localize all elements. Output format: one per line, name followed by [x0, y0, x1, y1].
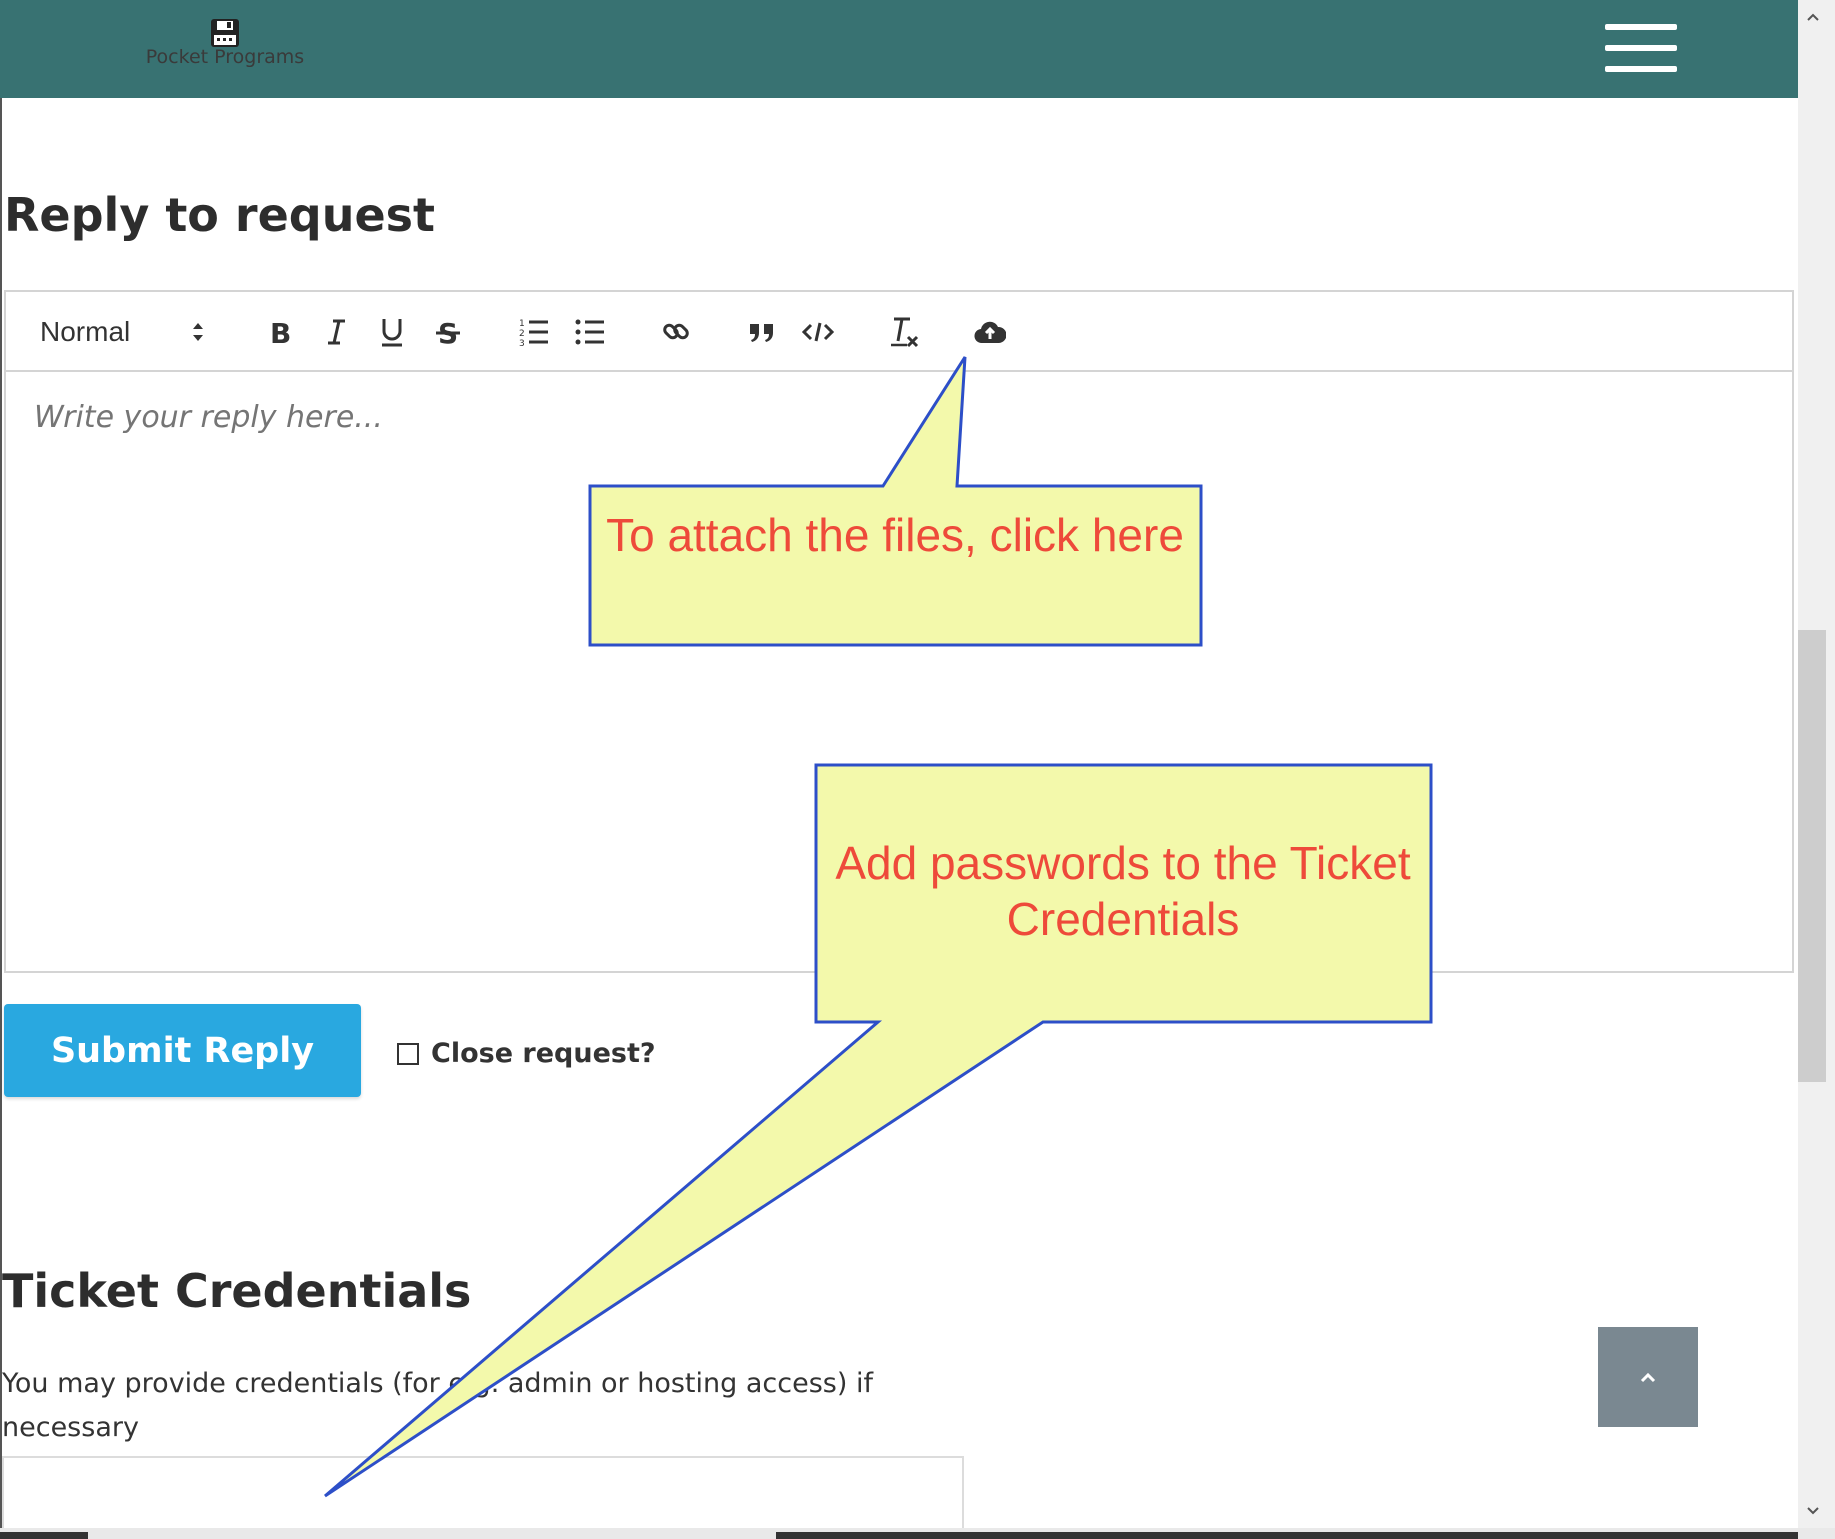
cloud-upload-icon[interactable] — [968, 308, 1012, 356]
select-arrows-icon — [193, 323, 203, 341]
format-select-value: Normal — [40, 316, 131, 347]
clear-format-icon[interactable] — [882, 308, 926, 356]
floppy-disk-icon — [211, 19, 239, 47]
blockquote-icon[interactable] — [740, 308, 784, 356]
italic-icon[interactable] — [314, 308, 358, 356]
submit-reply-button[interactable]: Submit Reply — [4, 1004, 361, 1097]
link-icon[interactable] — [654, 308, 698, 356]
chevron-up-icon — [1640, 1372, 1656, 1383]
close-request-label[interactable]: Close request? — [431, 1038, 656, 1069]
ordered-list-icon[interactable]: 1 2 3 — [512, 308, 556, 356]
bold-icon[interactable]: B — [258, 308, 302, 356]
strikethrough-icon[interactable]: S — [426, 308, 470, 356]
editor-toolbar: Normal B S 1 2 3 — [4, 290, 1794, 372]
bottom-edge-segment — [0, 1532, 88, 1539]
scrollbar-thumb[interactable] — [1798, 630, 1826, 1082]
code-icon[interactable] — [796, 308, 840, 356]
close-request-checkbox[interactable] — [397, 1042, 419, 1065]
bottom-edge-segment — [776, 1532, 1798, 1539]
scroll-down-arrow-icon[interactable] — [1802, 1500, 1824, 1522]
reply-section-title: Reply to request — [4, 188, 436, 242]
brand-logo[interactable]: Pocket Programs — [140, 18, 310, 68]
close-request-option[interactable]: Close request? — [397, 1038, 656, 1069]
credentials-section-title: Ticket Credentials — [2, 1264, 472, 1318]
svg-text:B: B — [270, 317, 291, 347]
underline-icon[interactable] — [370, 308, 414, 356]
scroll-up-arrow-icon[interactable] — [1802, 6, 1824, 28]
svg-text:3: 3 — [519, 339, 525, 347]
hamburger-menu-icon[interactable] — [1605, 22, 1677, 74]
format-select[interactable]: Normal — [40, 308, 220, 356]
reply-editor-input[interactable] — [34, 400, 934, 435]
svg-text:2: 2 — [519, 329, 525, 339]
brand-name: Pocket Programs — [145, 46, 305, 68]
credentials-description: You may provide credentials (for e.g. ad… — [2, 1368, 873, 1443]
top-navbar: Pocket Programs — [0, 0, 1798, 98]
credentials-input[interactable] — [2, 1456, 964, 1528]
reply-editor[interactable] — [4, 370, 1794, 973]
svg-text:1: 1 — [519, 319, 525, 329]
page: Pocket Programs Reply to request Normal … — [0, 0, 1798, 1528]
vertical-scrollbar[interactable] — [1798, 0, 1835, 1528]
scroll-to-top-button[interactable] — [1598, 1327, 1698, 1427]
bullet-list-icon[interactable] — [568, 308, 612, 356]
